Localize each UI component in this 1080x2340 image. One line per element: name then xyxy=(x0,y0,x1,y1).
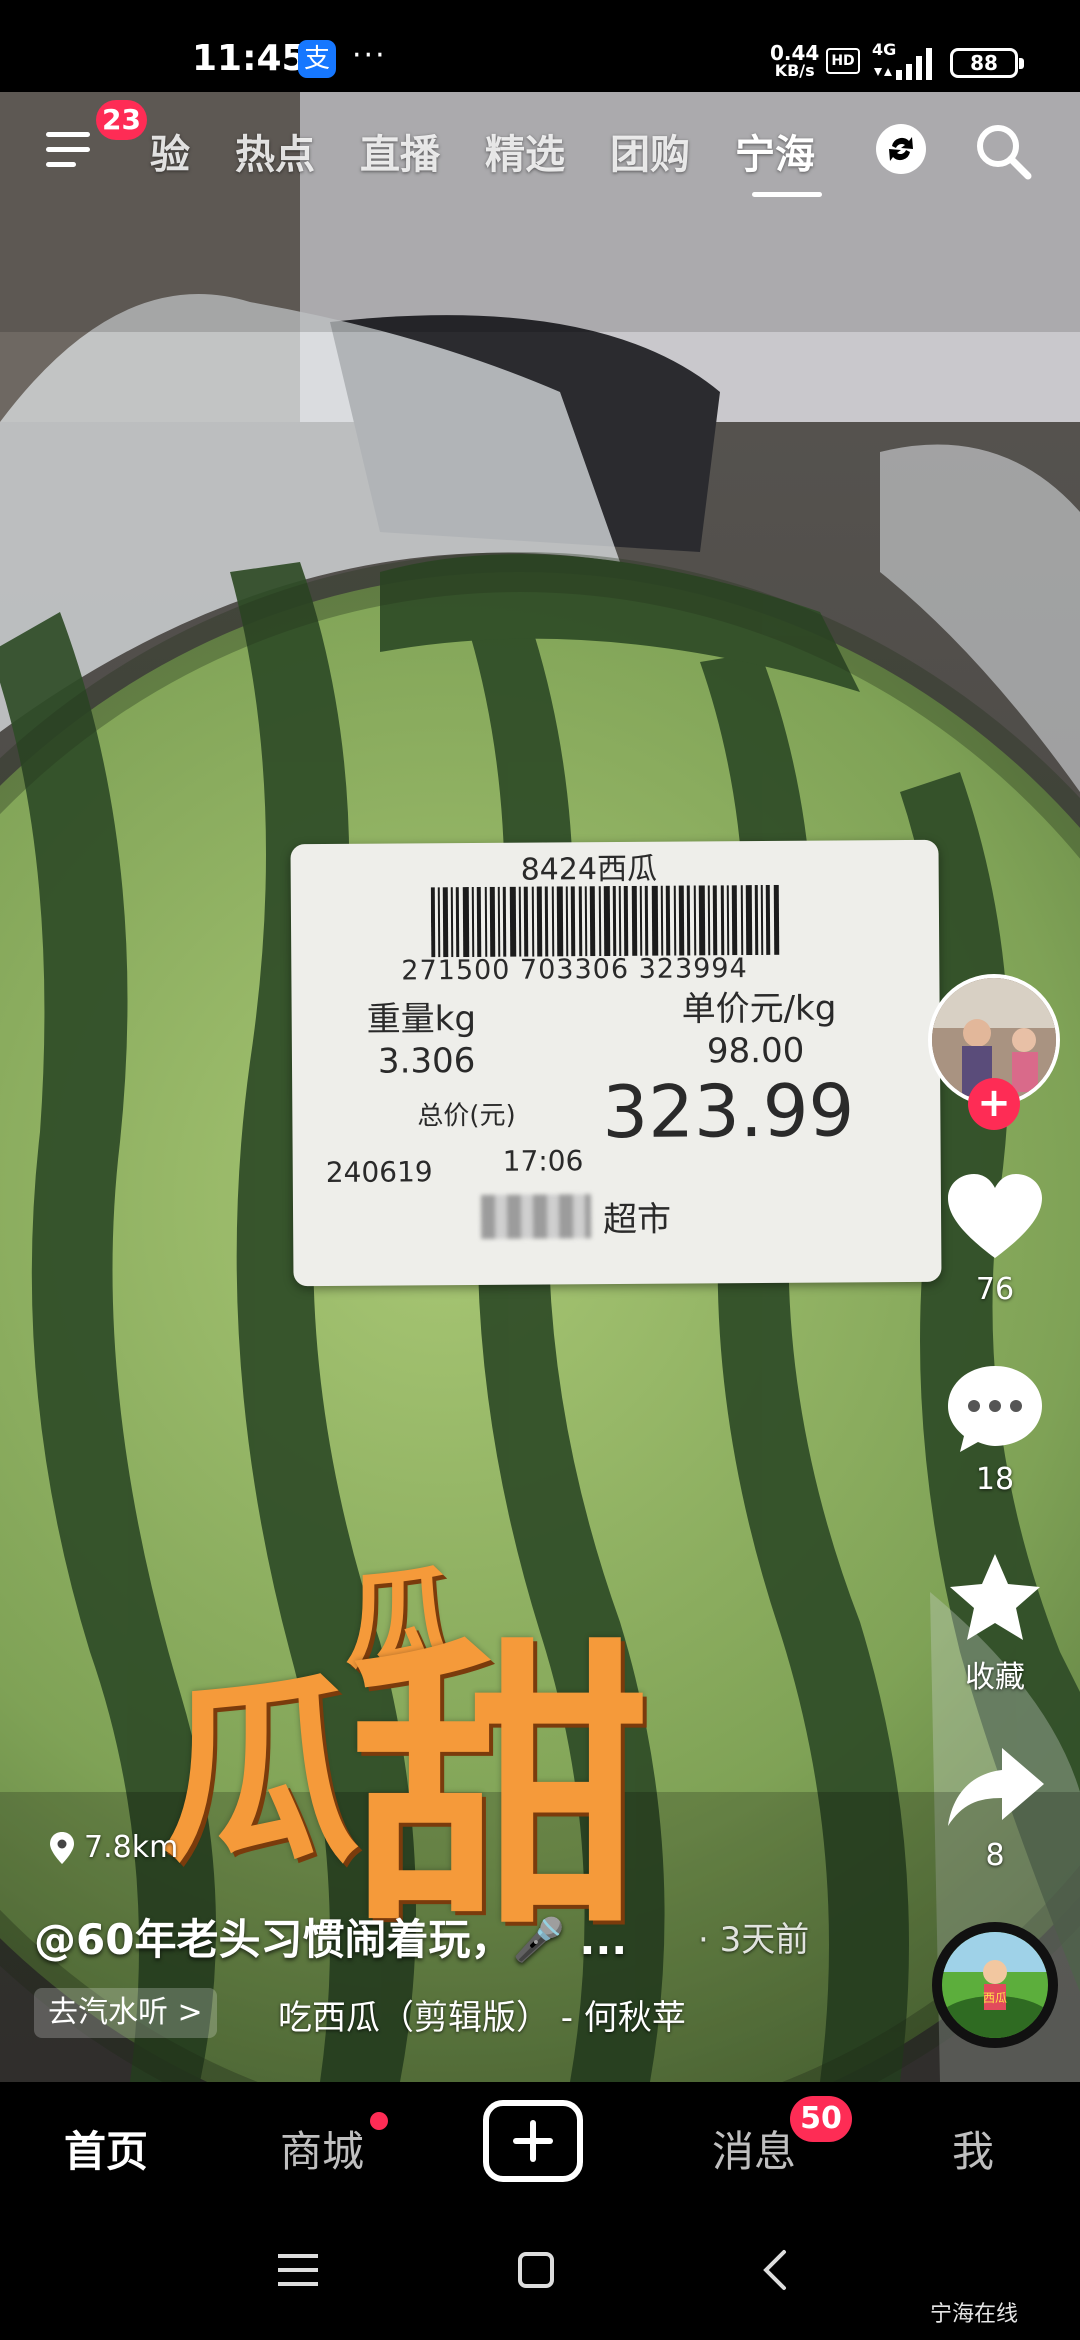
battery-icon: 88 xyxy=(950,48,1024,78)
overlay-text-large: 甜 xyxy=(350,1615,650,1964)
messages-badge: 50 xyxy=(790,2096,852,2142)
system-navigation-bar xyxy=(0,2206,1080,2340)
author-caption[interactable]: @60年老头习惯闹着玩，🎤 ... xyxy=(34,1906,627,1967)
share-arrow-icon xyxy=(948,1748,1044,1826)
like-button[interactable] xyxy=(940,1170,1050,1266)
posted-time: · 3天前 xyxy=(698,1920,810,1960)
screen: 11:45 支 ··· 0.44 KB/s HD 4G 88 8424西瓜 27… xyxy=(0,0,1080,2340)
comment-count: 18 xyxy=(975,1462,1015,1497)
tab-mall[interactable]: 商城 xyxy=(280,2118,364,2179)
search-icon[interactable] xyxy=(972,120,1034,182)
label-product-name: 8424西瓜 xyxy=(520,851,658,888)
price-label: 8424西瓜 271500 703306 323994 重量kg 单价元/kg … xyxy=(290,839,942,1287)
network-speed-value: 0.44 xyxy=(770,41,820,65)
menu-icon[interactable] xyxy=(46,126,98,174)
label-unit-price: 98.00 xyxy=(706,1030,805,1072)
share-button[interactable] xyxy=(940,1740,1050,1836)
share-count: 8 xyxy=(985,1838,1005,1873)
bottom-tab-bar: 首页 商城 消息 50 我 xyxy=(0,2082,1080,2206)
status-bar: 11:45 支 ··· 0.44 KB/s HD 4G 88 xyxy=(0,0,1080,92)
hd-icon: HD xyxy=(826,48,860,74)
tab-local[interactable]: 宁海 xyxy=(735,122,815,182)
location-tag[interactable]: 7.8km xyxy=(50,1830,178,1865)
location-distance: 7.8km xyxy=(84,1830,179,1865)
location-pin-icon xyxy=(50,1831,74,1864)
network-speed: 0.44 KB/s xyxy=(770,41,820,80)
follow-button[interactable]: + xyxy=(968,1078,1020,1130)
label-store-suffix: 超市 xyxy=(602,1199,672,1241)
video-player[interactable]: 8424西瓜 271500 703306 323994 重量kg 单价元/kg … xyxy=(0,92,1080,2082)
refresh-icon[interactable] xyxy=(876,124,926,174)
tab-group-buy[interactable]: 团购 xyxy=(610,122,690,182)
site-watermark: 宁海在线 xyxy=(930,2302,1019,2327)
tab-featured[interactable]: 精选 xyxy=(485,122,565,182)
tab-home[interactable]: 首页 xyxy=(64,2118,148,2179)
label-weight-header: 重量kg xyxy=(366,998,477,1040)
label-total-price: 323.99 xyxy=(602,1068,855,1155)
recent-apps-icon[interactable] xyxy=(276,2250,320,2290)
tab-partial[interactable]: 验 xyxy=(150,122,190,182)
signal-icon: 4G xyxy=(870,40,940,82)
barcode-image xyxy=(430,884,780,958)
tab-hot[interactable]: 热点 xyxy=(235,122,315,182)
top-navigation: 23 验 热点 直播 精选 团购 宁海 xyxy=(0,92,1080,212)
label-weight: 3.306 xyxy=(377,1040,476,1082)
label-total-header: 总价(元) xyxy=(417,1100,516,1132)
top-tabs: 验 热点 直播 精选 团购 宁海 xyxy=(150,122,860,182)
comment-icon xyxy=(948,1366,1042,1452)
heart-icon xyxy=(948,1174,1042,1258)
back-icon[interactable] xyxy=(760,2248,790,2292)
active-tab-indicator xyxy=(752,192,822,197)
listen-in-app-button[interactable]: 去汽水听 > xyxy=(34,1988,217,2038)
notification-badge: 23 xyxy=(96,100,147,140)
label-unit-price-header: 单价元/kg xyxy=(681,988,837,1030)
star-icon xyxy=(950,1554,1040,1640)
comment-button[interactable] xyxy=(940,1360,1050,1456)
tab-live[interactable]: 直播 xyxy=(360,122,440,182)
mall-dot-badge xyxy=(370,2112,388,2130)
label-store-name-blurred xyxy=(480,1194,592,1239)
network-speed-unit: KB/s xyxy=(774,61,815,80)
music-disc-icon[interactable]: 西瓜 xyxy=(932,1922,1058,2048)
label-time: 17:06 xyxy=(502,1144,584,1178)
label-date: 240619 xyxy=(325,1155,433,1190)
tab-me[interactable]: 我 xyxy=(952,2118,994,2179)
favorite-button[interactable] xyxy=(940,1550,1050,1646)
home-icon[interactable] xyxy=(516,2250,556,2290)
create-post-button[interactable] xyxy=(483,2100,583,2182)
more-notifications-icon: ··· xyxy=(352,38,387,73)
status-time: 11:45 xyxy=(192,38,307,79)
favorite-label: 收藏 xyxy=(965,1660,1025,1695)
tab-messages[interactable]: 消息 xyxy=(712,2118,796,2179)
music-title[interactable]: 吃西瓜（剪辑版） - 何秋苹 xyxy=(278,1990,686,2039)
svg-text:西瓜: 西瓜 xyxy=(983,1991,1007,2005)
overlay-text-medium: 瓜 xyxy=(160,1657,361,1890)
alipay-icon: 支 xyxy=(298,40,336,78)
like-count: 76 xyxy=(975,1272,1015,1307)
